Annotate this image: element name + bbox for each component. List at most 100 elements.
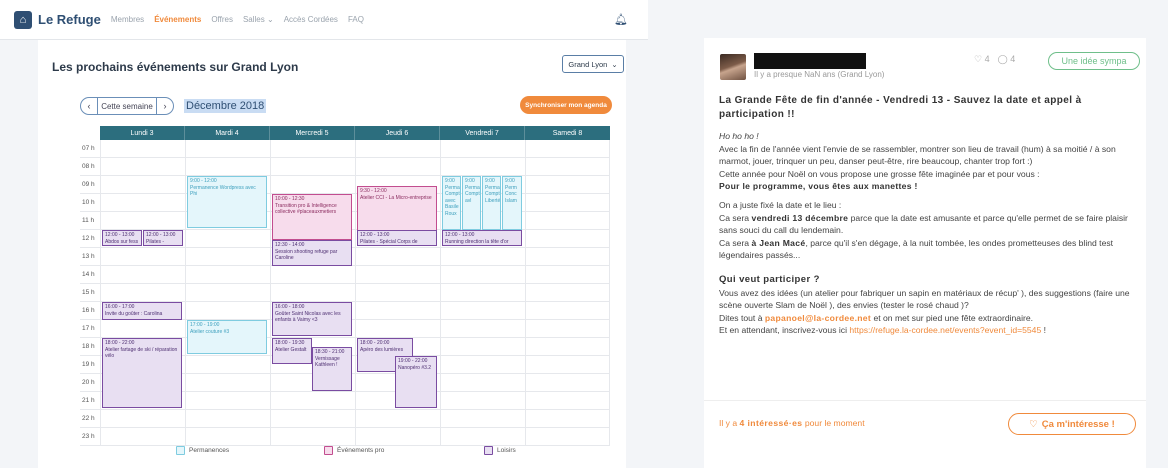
comment-counter[interactable]: ◯ 4 [998, 54, 1016, 65]
nav-faq[interactable]: FAQ [348, 15, 364, 24]
post-body: Ho ho ho ! Avec la fin de l'année vient … [719, 130, 1141, 337]
swatch-permanences [176, 446, 185, 455]
post-text: Cette année pour Noël on vous propose un… [719, 168, 1040, 179]
hour-label: 19 h [82, 361, 95, 368]
hour-label: 21 h [82, 397, 95, 404]
current-month: Décembre 2018 [184, 99, 267, 113]
day-header: Vendredi 7 [440, 126, 525, 140]
post-text: Dites tout à papanoel@la-cordee.net et o… [719, 312, 1034, 323]
event-block[interactable]: 9:00 Perm Conc Islam [502, 176, 522, 230]
divider [704, 400, 1146, 401]
event-block[interactable]: 16:00 - 17:00 Invite du goûter : Carolina [102, 302, 182, 320]
event-block[interactable]: 9:00 - 12:00 Permanence Wordpress avec Ph… [187, 176, 267, 228]
hour-row: 08 h [80, 158, 610, 176]
next-week-button[interactable]: › [156, 97, 174, 115]
calendar-card: Les prochains événements sur Grand Lyon … [38, 40, 626, 468]
event-block[interactable]: 9:00 Perma Compt avl [462, 176, 481, 230]
hour-row: 23 h [80, 428, 610, 446]
hour-label: 15 h [82, 289, 95, 296]
day-header: Lundi 3 [100, 126, 185, 140]
post-text: On a juste fixé la date et le lieu : [719, 199, 842, 210]
hour-row: 07 h [80, 140, 610, 158]
post-meta: Il y a presque NaN ans (Grand Lyon) [754, 70, 885, 79]
day-header: Mercredi 5 [270, 126, 355, 140]
event-block[interactable]: 9:30 - 12:00 Atelier CCI - La Micro-entre… [357, 186, 437, 231]
day-header: Samedi 8 [552, 129, 583, 137]
hour-label: 12 h [82, 235, 95, 242]
page-title: Les prochains événements sur Grand Lyon [52, 60, 299, 74]
hour-row: 22 h [80, 410, 610, 428]
prev-week-button[interactable]: ‹ [80, 97, 98, 115]
post-text: Vous avez des idées (un atelier pour fab… [719, 287, 1130, 311]
post-text: Ho ho ho ! [719, 131, 759, 141]
event-block[interactable]: 12:30 - 14:00 Session shooting refuge par… [272, 240, 352, 266]
event-block[interactable]: 12:00 - 13:00 Pilates - [143, 230, 183, 246]
comment-icon: ◯ [997, 54, 1008, 64]
nav-acces-cordees[interactable]: Accès Cordées [284, 15, 338, 24]
nav-offres[interactable]: Offres [211, 15, 233, 24]
hour-row: 15 h [80, 284, 610, 302]
event-block[interactable]: 12:00 - 13:00 Pilates - Spécial Corps de [357, 230, 437, 246]
grid-line [440, 140, 441, 446]
interested-count: Il y a 4 intéressé·es pour le moment [719, 418, 865, 428]
event-block[interactable]: 18:00 - 19:30 Atelier Gestalt [272, 338, 312, 364]
grid-line [100, 140, 101, 446]
hour-label: 22 h [82, 415, 95, 422]
event-block[interactable]: 10:00 - 12:30 Transition pro & Intelligen… [272, 194, 352, 240]
nav-membres[interactable]: Membres [111, 15, 144, 24]
hour-label: 09 h [82, 181, 95, 188]
this-week-button[interactable]: Cette semaine [98, 97, 156, 115]
post-screen: Il y a presque NaN ans (Grand Lyon) ♡ 4 … [648, 0, 1168, 468]
legend-item[interactable]: Loisirs [484, 446, 516, 455]
hour-label: 13 h [82, 253, 95, 260]
event-block[interactable]: 17:00 - 19:00 Atelier couture #3 [187, 320, 267, 354]
event-block[interactable]: 18:30 - 21:00 Vernissage Kathleen ! [312, 347, 352, 391]
week-calendar: Lundi 3 Mardi 4 Mercredi 5 Jeudi 6 Vendr… [80, 126, 610, 468]
hour-label: 14 h [82, 271, 95, 278]
grid-line [609, 140, 610, 446]
hour-row: 09 h [80, 176, 610, 194]
hour-label: 16 h [82, 307, 95, 314]
nav-salles[interactable]: Salles ⌄ [243, 15, 274, 24]
post-text: Avec la fin de l'année vient l'envie de … [719, 143, 1116, 167]
hour-label: 11 h [82, 217, 95, 224]
day-header: Mardi 4 [185, 126, 270, 140]
category-badge[interactable]: Une idée sympa [1048, 52, 1140, 70]
region-select[interactable]: Grand Lyon ⌄ [562, 55, 624, 73]
legend-item[interactable]: Événements pro [324, 446, 384, 455]
grid-line [355, 140, 356, 446]
week-navigation: ‹ Cette semaine › Décembre 2018 [80, 96, 267, 116]
interested-button[interactable]: ♡ Ça m'intéresse ! [1008, 413, 1136, 435]
nav-evenements[interactable]: Événements [154, 15, 201, 24]
event-block[interactable]: 16:00 - 18:00 Goûter Saint Nicolas avec l… [272, 302, 352, 336]
calendar-header: Lundi 3 Mardi 4 Mercredi 5 Jeudi 6 Vendr… [100, 126, 610, 140]
heart-icon: ♡ [1029, 418, 1038, 430]
bell-icon[interactable]: 🔔︎ [614, 13, 628, 26]
event-block[interactable]: 12:00 - 13:00 Abdos sur fess [102, 230, 142, 246]
event-block[interactable]: 9:00 Perma Compt Liberté [482, 176, 501, 230]
home-icon[interactable]: ⌂ [14, 10, 32, 29]
post-text: Et en attendant, inscrivez-vous ici http… [719, 325, 1047, 336]
brand-name[interactable]: Le Refuge [38, 12, 101, 27]
calendar-screen: ⌂ Le Refuge Membres Événements Offres Sa… [0, 0, 648, 468]
event-block[interactable]: 19:00 - 22:00 Nanopéro #3.2 [395, 356, 437, 408]
section-heading: Qui veut participer ? [719, 273, 820, 285]
avatar[interactable] [720, 54, 746, 80]
grid-line [270, 140, 271, 446]
event-block[interactable]: 18:00 - 22:00 Atelier fartage de ski / ré… [102, 338, 182, 408]
event-block[interactable]: 12:00 - 13:00 Running direction la tête d… [442, 230, 522, 246]
event-block[interactable]: 9:00 Perma Compt avec Basile Roux [442, 176, 461, 230]
heart-icon: ♡ [974, 54, 983, 64]
post-text: Ca sera vendredi 13 décembre parce que l… [719, 212, 1128, 236]
like-counter[interactable]: ♡ 4 [974, 54, 990, 65]
hour-label: 17 h [82, 325, 95, 332]
legend-item[interactable]: Permanences [176, 446, 229, 455]
email-link[interactable]: papanoel@la-cordee.net [765, 313, 871, 323]
post-text: Pour le programme, vous êtes aux manette… [719, 181, 918, 192]
post-card: Il y a presque NaN ans (Grand Lyon) ♡ 4 … [704, 38, 1146, 468]
hour-label: 07 h [82, 145, 95, 152]
event-link[interactable]: https://refuge.la-cordee.net/events?even… [849, 325, 1041, 335]
sync-agenda-button[interactable]: Synchroniser mon agenda [520, 96, 612, 114]
swatch-evenements-pro [324, 446, 333, 455]
swatch-loisirs [484, 446, 493, 455]
